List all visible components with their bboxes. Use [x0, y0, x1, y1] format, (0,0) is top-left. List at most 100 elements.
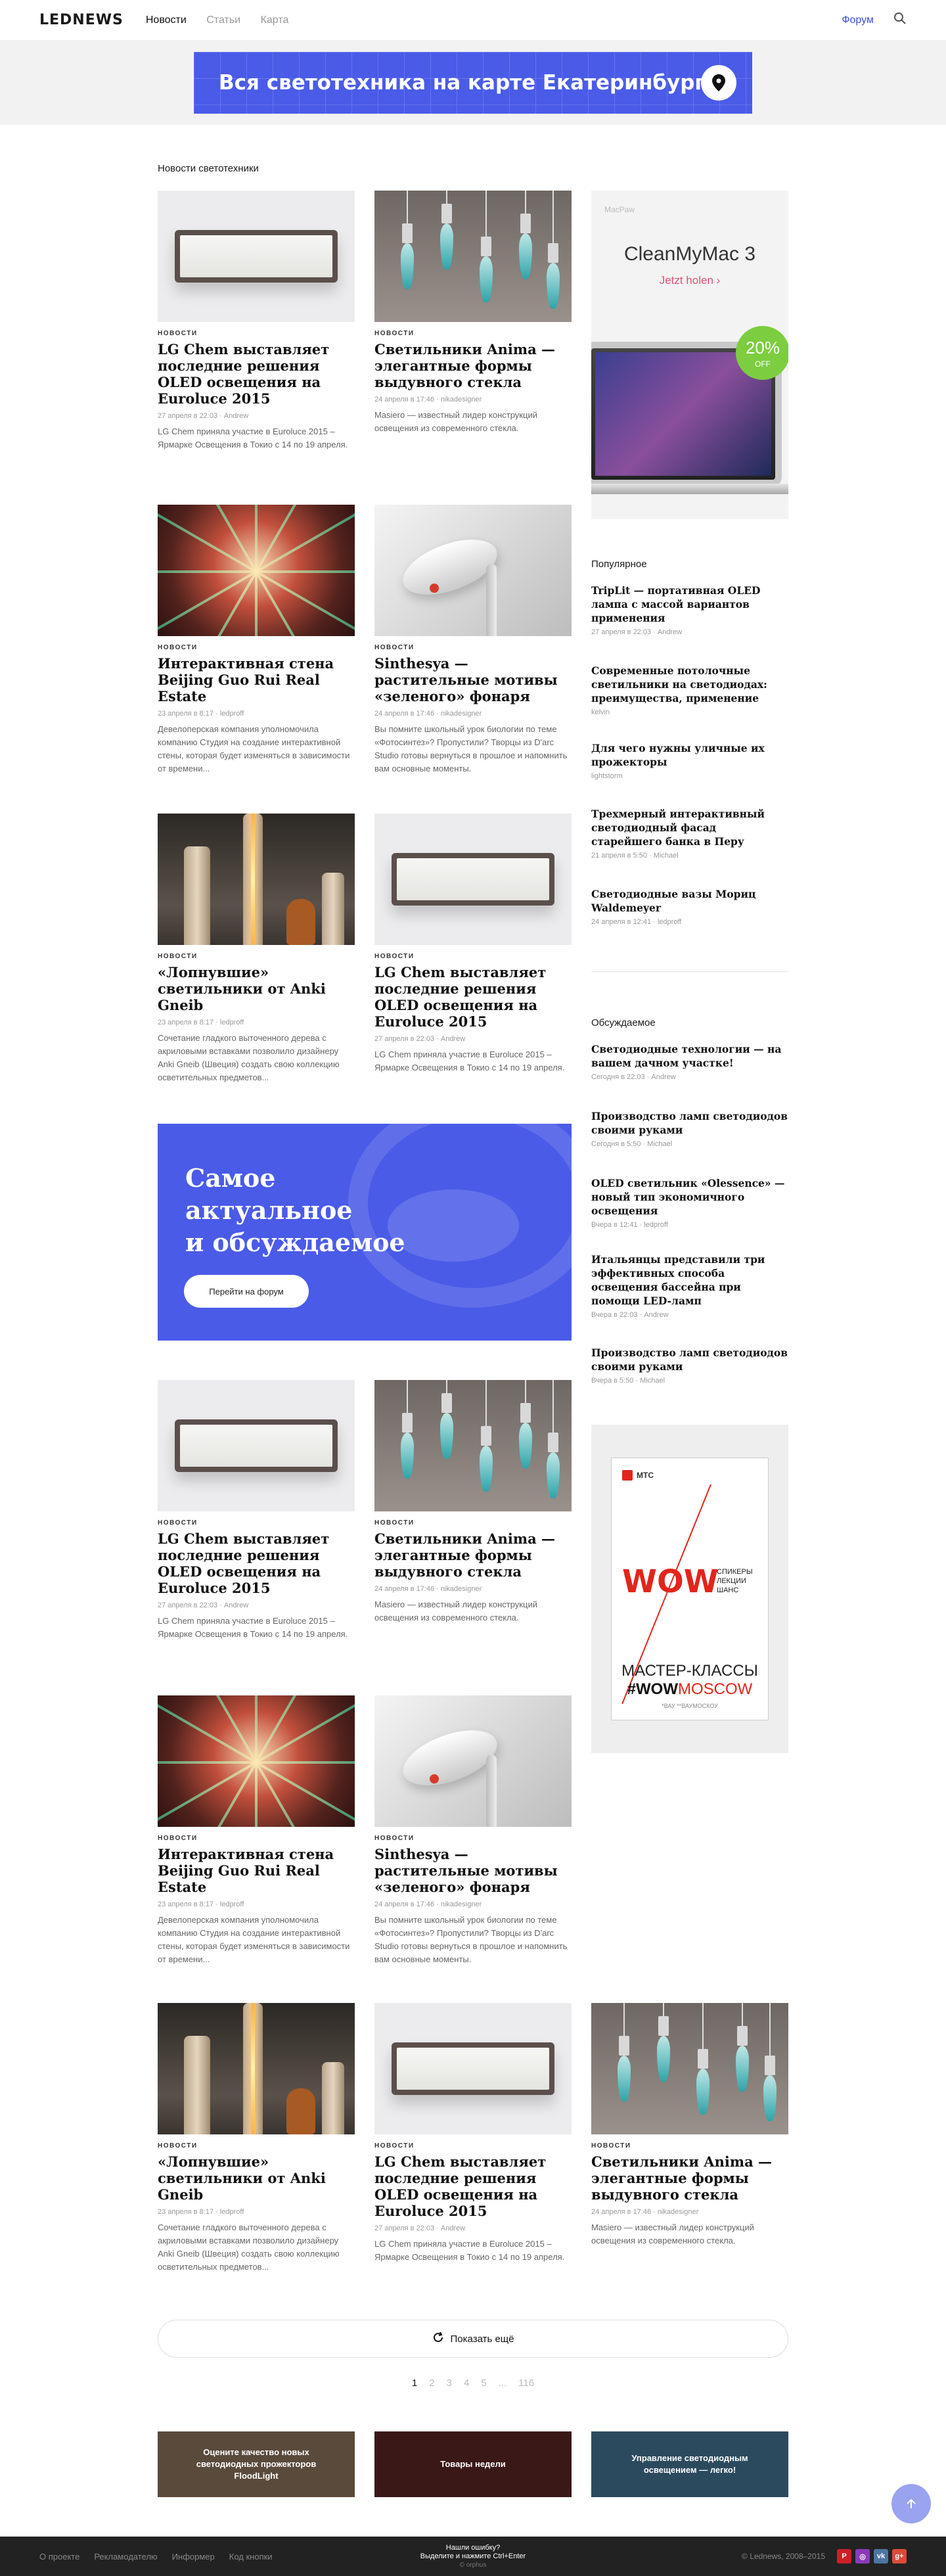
news-card-category[interactable]: Новости [374, 330, 572, 337]
news-card-category[interactable]: Новости [374, 2142, 572, 2150]
news-card[interactable]: Новости Светильники Anima — элегантные ф… [591, 2003, 788, 2247]
news-card[interactable]: Новости LG Chem выставляет последние реш… [374, 2003, 572, 2264]
google-plus-icon[interactable]: g+ [892, 2549, 907, 2564]
discussed-item[interactable]: OLED светильник «Olessence» — новый тип … [591, 1176, 788, 1229]
news-card-category[interactable]: Новости [374, 1835, 572, 1842]
news-card-title[interactable]: Sinthesya — растительные мотивы «зеленог… [374, 1846, 572, 1895]
author-link[interactable]: ledproff [220, 710, 244, 718]
promo-floodlight[interactable]: Оцените качество новых светодиодных прож… [158, 2431, 355, 2497]
popular-item-title[interactable]: Современные потолочные светильники на св… [591, 664, 788, 705]
news-card-image[interactable] [374, 2003, 572, 2134]
search-icon[interactable] [893, 12, 907, 28]
news-card[interactable]: Новости «Лопнувшие» светильники от Anki … [158, 2003, 355, 2274]
author-link[interactable]: Andrew [441, 2224, 465, 2232]
author-link[interactable]: nikadesigner [441, 1585, 482, 1593]
news-card-title[interactable]: Интерактивная стена Beijing Guo Rui Real… [158, 655, 355, 704]
popular-item[interactable]: TripLit — портативная OLED лампа с массо… [591, 584, 788, 636]
author-link[interactable]: Andrew [224, 412, 248, 420]
news-card-title[interactable]: LG Chem выставляет последние решения OLE… [158, 341, 355, 407]
news-card-image[interactable] [374, 814, 572, 945]
news-card-category[interactable]: Новости [374, 953, 572, 960]
news-card-category[interactable]: Новости [374, 1519, 572, 1527]
forum-link[interactable]: Форум [842, 14, 874, 26]
discussed-item-title[interactable]: Производство ламп светодиодов своими рук… [591, 1109, 788, 1137]
cleanmymac-ad[interactable]: MacPaw CleanMyMac 3 Jetzt holen › 20% OFF [591, 191, 788, 519]
page-link[interactable]: 2 [429, 2378, 434, 2389]
author-link[interactable]: nikadesigner [441, 710, 482, 718]
popular-item[interactable]: Для чего нужны уличные их прожекторы ligh… [591, 741, 788, 780]
news-card[interactable]: Новости Интерактивная стена Beijing Guo … [158, 505, 355, 775]
news-card-title[interactable]: «Лопнувшие» светильники от Anki Gneib [158, 2153, 355, 2203]
news-card-title[interactable]: «Лопнувшие» светильники от Anki Gneib [158, 964, 355, 1013]
page-link[interactable]: 4 [464, 2378, 469, 2389]
popular-item-title[interactable]: Светодиодные вазы Мориц Waldemeyer [591, 887, 788, 915]
scroll-top-button[interactable] [891, 2484, 931, 2523]
news-card-category[interactable]: Новости [158, 1835, 355, 1842]
instagram-icon[interactable]: ◎ [855, 2549, 870, 2564]
news-card-title[interactable]: Интерактивная стена Beijing Guo Rui Real… [158, 1846, 355, 1895]
popular-item-title[interactable]: Для чего нужны уличные их прожекторы [591, 741, 788, 769]
vk-icon[interactable]: vk [874, 2549, 888, 2564]
discussed-item[interactable]: Производство ламп светодиодов своими рук… [591, 1346, 788, 1385]
news-card-title[interactable]: Sinthesya — растительные мотивы «зеленог… [374, 655, 572, 704]
popular-item[interactable]: Современные потолочные светильники на св… [591, 664, 788, 716]
page-link[interactable]: 3 [447, 2378, 452, 2389]
footer-link-about[interactable]: О проекте [39, 2552, 79, 2562]
author-link[interactable]: Andrew [224, 1601, 248, 1609]
news-card-category[interactable]: Новости [158, 2142, 355, 2150]
popular-item-title[interactable]: TripLit — портативная OLED лампа с массо… [591, 584, 788, 625]
promo-week-goods[interactable]: Товары недели [374, 2431, 572, 2497]
news-card-title[interactable]: Светильники Anima — элегантные формы выд… [591, 2153, 788, 2203]
news-card-image[interactable] [374, 1695, 572, 1827]
page-link[interactable]: 5 [481, 2378, 486, 2389]
discussed-item-title[interactable]: OLED светильник «Olessence» — новый тип … [591, 1176, 788, 1218]
popular-item[interactable]: Трехмерный интерактивный светодиодный фа… [591, 807, 788, 860]
popular-item-title[interactable]: Трехмерный интерактивный светодиодный фа… [591, 807, 788, 848]
mts-ad[interactable]: МТС WOW СПИКЕРЫ ЛЕКЦИИ ШАНС МАСТЕР-КЛАССЫ … [591, 1425, 788, 1753]
news-card[interactable]: Новости LG Chem выставляет последние реш… [374, 814, 572, 1074]
news-card[interactable]: Новости Sinthesya — растительные мотивы … [374, 1695, 572, 1966]
news-card-image[interactable] [374, 191, 572, 322]
news-card[interactable]: Новости Интерактивная стена Beijing Guo … [158, 1695, 355, 1966]
discussed-item[interactable]: Производство ламп светодиодов своими рук… [591, 1109, 788, 1148]
news-card-category[interactable]: Новости [591, 2142, 788, 2150]
news-card[interactable]: Новости LG Chem выставляет последние реш… [158, 1380, 355, 1641]
footer-link-advertisers[interactable]: Рекламодателю [94, 2552, 157, 2562]
news-card-image[interactable] [374, 1380, 572, 1511]
page-link[interactable]: 116 [518, 2378, 534, 2389]
news-card[interactable]: Новости LG Chem выставляет последние реш… [158, 191, 355, 451]
discussed-item-title[interactable]: Итальянцы представили три эффективных сп… [591, 1253, 788, 1308]
discussed-item[interactable]: Итальянцы представили три эффективных сп… [591, 1253, 788, 1319]
discussed-item-title[interactable]: Светодиодные технологии — на вашем дачно… [591, 1042, 788, 1070]
news-card-category[interactable]: Новости [158, 953, 355, 960]
news-card-title[interactable]: Светильники Anima — элегантные формы выд… [374, 341, 572, 390]
news-card-category[interactable]: Новости [158, 644, 355, 651]
author-link[interactable]: nikadesigner [658, 2208, 698, 2216]
author-link[interactable]: Andrew [441, 1035, 465, 1043]
news-card-title[interactable]: LG Chem выставляет последние решения OLE… [374, 2153, 572, 2219]
author-link[interactable]: ledproff [220, 1019, 244, 1026]
news-card-image[interactable] [591, 2003, 788, 2134]
footer-link-button-code[interactable]: Код кнопки [229, 2552, 273, 2562]
news-card-image[interactable] [158, 1695, 355, 1827]
site-logo[interactable]: LEDNEWS [39, 12, 124, 28]
news-card-title[interactable]: LG Chem выставляет последние решения OLE… [374, 964, 572, 1030]
author-link[interactable]: ledproff [220, 1900, 244, 1908]
page-link[interactable]: 1 [412, 2378, 417, 2389]
news-card-title[interactable]: LG Chem выставляет последние решения OLE… [158, 1530, 355, 1596]
popular-item[interactable]: Светодиодные вазы Мориц Waldemeyer 24 апр… [591, 887, 788, 926]
news-card-category[interactable]: Новости [374, 644, 572, 651]
footer-link-informer[interactable]: Информер [172, 2552, 215, 2562]
news-card-image[interactable] [374, 505, 572, 636]
news-card-image[interactable] [158, 505, 355, 636]
news-card[interactable]: Новости Sinthesya — растительные мотивы … [374, 505, 572, 775]
discussed-item-title[interactable]: Производство ламп светодиодов своими рук… [591, 1346, 788, 1373]
news-card-title[interactable]: Светильники Anima — элегантные формы выд… [374, 1530, 572, 1580]
author-link[interactable]: ledproff [220, 2208, 244, 2216]
news-card-image[interactable] [158, 1380, 355, 1511]
news-card-image[interactable] [158, 2003, 355, 2134]
pinterest-icon[interactable]: P [837, 2549, 851, 2564]
news-card-image[interactable] [158, 191, 355, 322]
author-link[interactable]: nikadesigner [441, 1900, 482, 1908]
discussed-item[interactable]: Светодиодные технологии — на вашем дачно… [591, 1042, 788, 1081]
